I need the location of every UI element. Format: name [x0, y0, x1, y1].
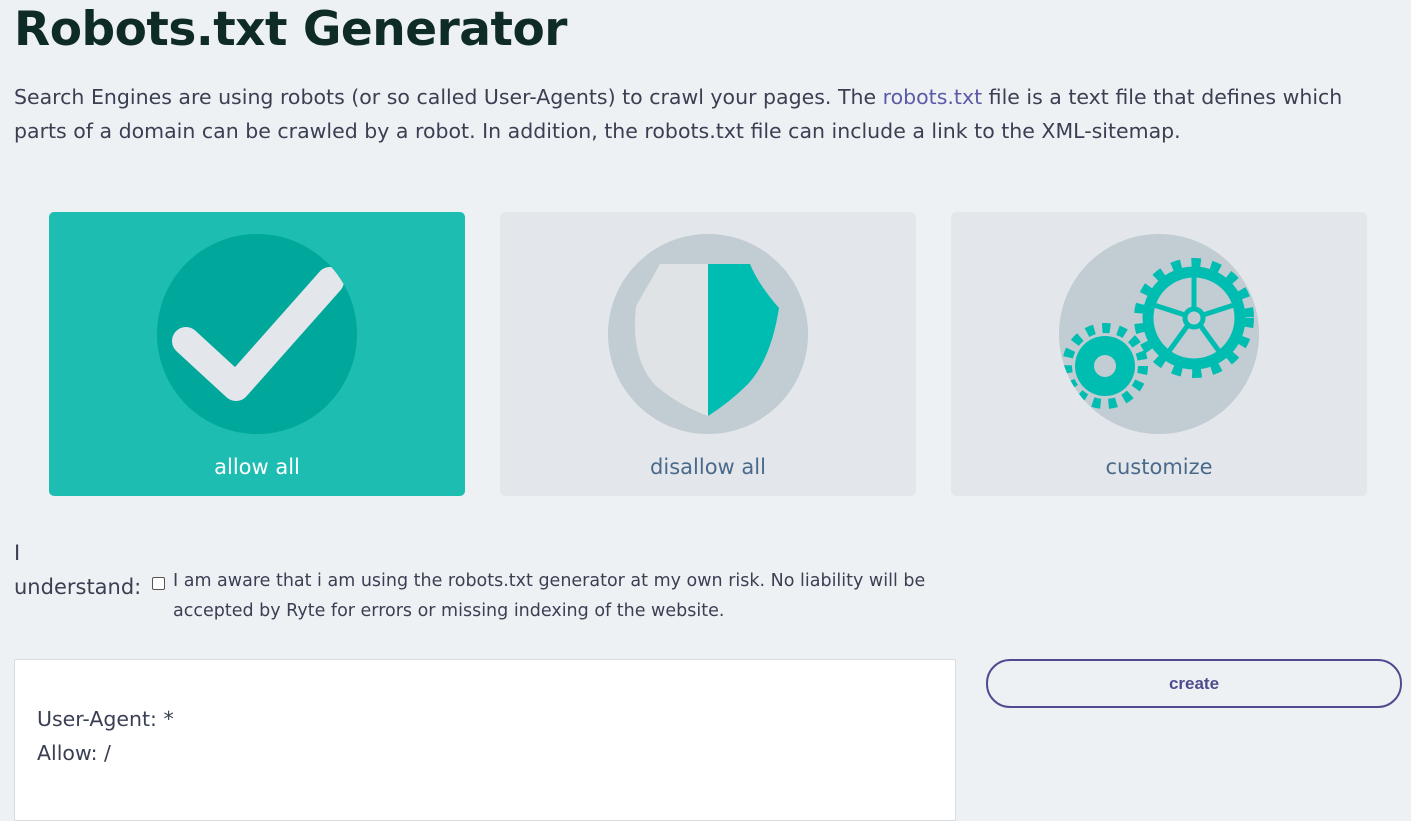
intro-paragraph: Search Engines are using robots (or so c…: [14, 80, 1399, 148]
option-label: disallow all: [650, 455, 766, 479]
robots-txt-link[interactable]: robots.txt: [883, 85, 983, 109]
consent-text: I am aware that i am using the robots.tx…: [173, 571, 926, 621]
output-line-user-agent: User-Agent: *: [37, 707, 174, 731]
option-label: allow all: [214, 455, 300, 479]
option-disallow-all[interactable]: disallow all: [500, 212, 916, 496]
consent-label-line2: understand:: [14, 575, 142, 599]
checkmark-icon: [157, 234, 357, 434]
output-line-allow: Allow: /: [37, 741, 111, 765]
option-label: customize: [1105, 455, 1213, 479]
gears-icon: [1059, 234, 1259, 434]
create-button[interactable]: create: [986, 659, 1402, 708]
intro-text-start: Search Engines are using robots (or so c…: [14, 85, 883, 109]
option-allow-all[interactable]: allow all: [49, 212, 465, 496]
robots-txt-output[interactable]: User-Agent: * Allow: /: [14, 659, 956, 821]
consent-checkbox[interactable]: [152, 577, 165, 590]
consent-label: I understand:: [14, 536, 144, 599]
page-title: Robots.txt Generator: [14, 2, 567, 57]
option-customize[interactable]: customize: [951, 212, 1367, 496]
consent-label-line1: I: [14, 541, 21, 565]
shield-icon: [608, 234, 808, 434]
